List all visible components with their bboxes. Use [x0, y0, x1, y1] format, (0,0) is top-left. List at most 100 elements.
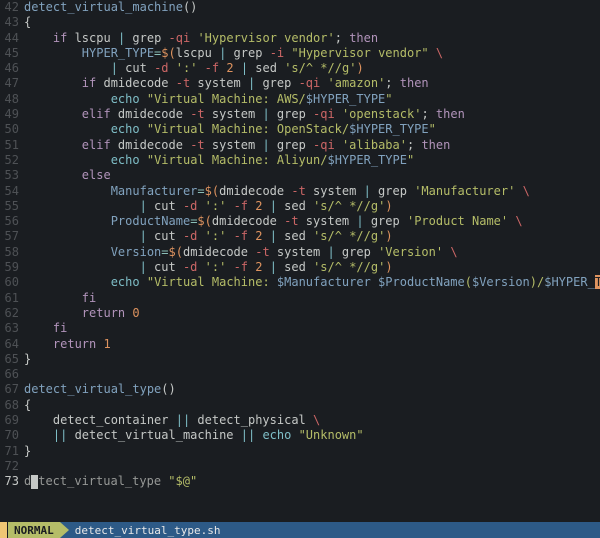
code-content[interactable]: echo "Virtual Machine: Aliyun/$HYPER_TYP… [24, 153, 600, 168]
code-line[interactable]: 45 HYPER_TYPE=$(lscpu | grep -i "Hypervi… [0, 46, 600, 61]
code-content[interactable]: dtect_virtual_type "$@" [24, 474, 600, 489]
mode-arrow-icon [60, 522, 69, 538]
code-content[interactable]: return 1 [24, 337, 600, 352]
code-line[interactable]: 59 | cut -d ':' -f 2 | sed 's/^ *//g') [0, 260, 600, 275]
code-line[interactable]: 62 return 0 [0, 306, 600, 321]
code-content[interactable]: detect_virtual_machine() [24, 0, 600, 15]
filename-label: detect_virtual_type.sh [69, 522, 229, 538]
search-highlight: TYPE" [595, 275, 600, 289]
code-content[interactable]: fi [24, 291, 600, 306]
code-content[interactable]: | cut -d ':' -f 2 | sed 's/^ *//g') [24, 260, 600, 275]
mode-indicator: NORMAL [8, 522, 60, 538]
status-bar: NORMAL detect_virtual_type.sh [0, 522, 600, 538]
code-line[interactable]: 42detect_virtual_machine() [0, 0, 600, 15]
code-content[interactable]: if lscpu | grep -qi 'Hypervisor vendor';… [24, 31, 600, 46]
code-content[interactable]: return 0 [24, 306, 600, 321]
line-number: 64 [0, 337, 24, 352]
line-number: 54 [0, 184, 24, 199]
line-number: 48 [0, 92, 24, 107]
code-editor[interactable]: 42detect_virtual_machine()43{44 if lscpu… [0, 0, 600, 522]
line-number: 50 [0, 122, 24, 137]
line-number: 42 [0, 0, 24, 15]
code-line[interactable]: 72 [0, 459, 600, 474]
code-line[interactable]: 71} [0, 444, 600, 459]
line-number: 51 [0, 138, 24, 153]
line-number: 47 [0, 76, 24, 91]
code-line[interactable]: 52 echo "Virtual Machine: Aliyun/$HYPER_… [0, 153, 600, 168]
code-content[interactable]: { [24, 398, 600, 413]
code-line[interactable]: 67detect_virtual_type() [0, 382, 600, 397]
code-line[interactable]: 68{ [0, 398, 600, 413]
code-content[interactable]: Manufacturer=$(dmidecode -t system | gre… [24, 184, 600, 199]
code-line[interactable]: 47 if dmidecode -t system | grep -qi 'am… [0, 76, 600, 91]
line-number: 55 [0, 199, 24, 214]
line-number: 59 [0, 260, 24, 275]
line-number: 44 [0, 31, 24, 46]
code-content[interactable]: HYPER_TYPE=$(lscpu | grep -i "Hypervisor… [24, 46, 600, 61]
code-line[interactable]: 64 return 1 [0, 337, 600, 352]
code-content[interactable]: echo "Virtual Machine: $Manufacturer $Pr… [24, 275, 600, 290]
code-content[interactable]: ProductName=$(dmidecode -t system | grep… [24, 214, 600, 229]
line-number: 46 [0, 61, 24, 76]
code-content[interactable]: fi [24, 321, 600, 336]
code-content[interactable]: detect_virtual_type() [24, 382, 600, 397]
code-content[interactable]: elif dmidecode -t system | grep -qi 'ope… [24, 107, 600, 122]
line-number: 69 [0, 413, 24, 428]
code-line[interactable]: 56 ProductName=$(dmidecode -t system | g… [0, 214, 600, 229]
line-number: 60 [0, 275, 24, 290]
code-content[interactable]: } [24, 444, 600, 459]
code-line[interactable]: 69 detect_container || detect_physical \ [0, 413, 600, 428]
code-line[interactable]: 65} [0, 352, 600, 367]
line-number: 71 [0, 444, 24, 459]
code-content[interactable]: | cut -d ':' -f 2 | sed 's/^ *//g') [24, 199, 600, 214]
code-line[interactable]: 51 elif dmidecode -t system | grep -qi '… [0, 138, 600, 153]
code-line[interactable]: 61 fi [0, 291, 600, 306]
line-number: 52 [0, 153, 24, 168]
line-number: 67 [0, 382, 24, 397]
code-line[interactable]: 58 Version=$(dmidecode -t system | grep … [0, 245, 600, 260]
code-line[interactable]: 63 fi [0, 321, 600, 336]
code-content[interactable]: echo "Virtual Machine: AWS/$HYPER_TYPE" [24, 92, 600, 107]
line-number: 49 [0, 107, 24, 122]
line-number: 65 [0, 352, 24, 367]
line-number: 56 [0, 214, 24, 229]
code-content[interactable]: echo "Virtual Machine: OpenStack/$HYPER_… [24, 122, 600, 137]
code-line[interactable]: 46 | cut -d ':' -f 2 | sed 's/^ *//g') [0, 61, 600, 76]
cursor [31, 475, 38, 489]
line-number: 66 [0, 367, 24, 382]
code-content[interactable]: { [24, 15, 600, 30]
code-line[interactable]: 54 Manufacturer=$(dmidecode -t system | … [0, 184, 600, 199]
line-number: 53 [0, 168, 24, 183]
code-content[interactable]: detect_container || detect_physical \ [24, 413, 600, 428]
code-line[interactable]: 48 echo "Virtual Machine: AWS/$HYPER_TYP… [0, 92, 600, 107]
code-line[interactable]: 66 [0, 367, 600, 382]
code-line[interactable]: 43{ [0, 15, 600, 30]
code-content[interactable]: else [24, 168, 600, 183]
line-number: 43 [0, 15, 24, 30]
line-number: 58 [0, 245, 24, 260]
code-line[interactable]: 49 elif dmidecode -t system | grep -qi '… [0, 107, 600, 122]
code-line[interactable]: 73dtect_virtual_type "$@" [0, 474, 600, 489]
line-number: 61 [0, 291, 24, 306]
line-number: 72 [0, 459, 24, 474]
code-line[interactable]: 44 if lscpu | grep -qi 'Hypervisor vendo… [0, 31, 600, 46]
code-content[interactable]: elif dmidecode -t system | grep -qi 'ali… [24, 138, 600, 153]
code-line[interactable]: 57 | cut -d ':' -f 2 | sed 's/^ *//g') [0, 229, 600, 244]
line-number: 62 [0, 306, 24, 321]
code-line[interactable]: 60 echo "Virtual Machine: $Manufacturer … [0, 275, 600, 290]
code-line[interactable]: 53 else [0, 168, 600, 183]
code-line[interactable]: 50 echo "Virtual Machine: OpenStack/$HYP… [0, 122, 600, 137]
code-content[interactable]: | cut -d ':' -f 2 | sed 's/^ *//g') [24, 61, 600, 76]
line-number: 63 [0, 321, 24, 336]
code-content[interactable]: || detect_virtual_machine || echo "Unkno… [24, 428, 600, 443]
line-number: 45 [0, 46, 24, 61]
code-content[interactable]: } [24, 352, 600, 367]
code-content[interactable]: | cut -d ':' -f 2 | sed 's/^ *//g') [24, 229, 600, 244]
code-line[interactable]: 55 | cut -d ':' -f 2 | sed 's/^ *//g') [0, 199, 600, 214]
code-content[interactable]: if dmidecode -t system | grep -qi 'amazo… [24, 76, 600, 91]
status-flag [0, 522, 7, 538]
line-number: 57 [0, 229, 24, 244]
line-number: 70 [0, 428, 24, 443]
code-line[interactable]: 70 || detect_virtual_machine || echo "Un… [0, 428, 600, 443]
code-content[interactable]: Version=$(dmidecode -t system | grep 'Ve… [24, 245, 600, 260]
